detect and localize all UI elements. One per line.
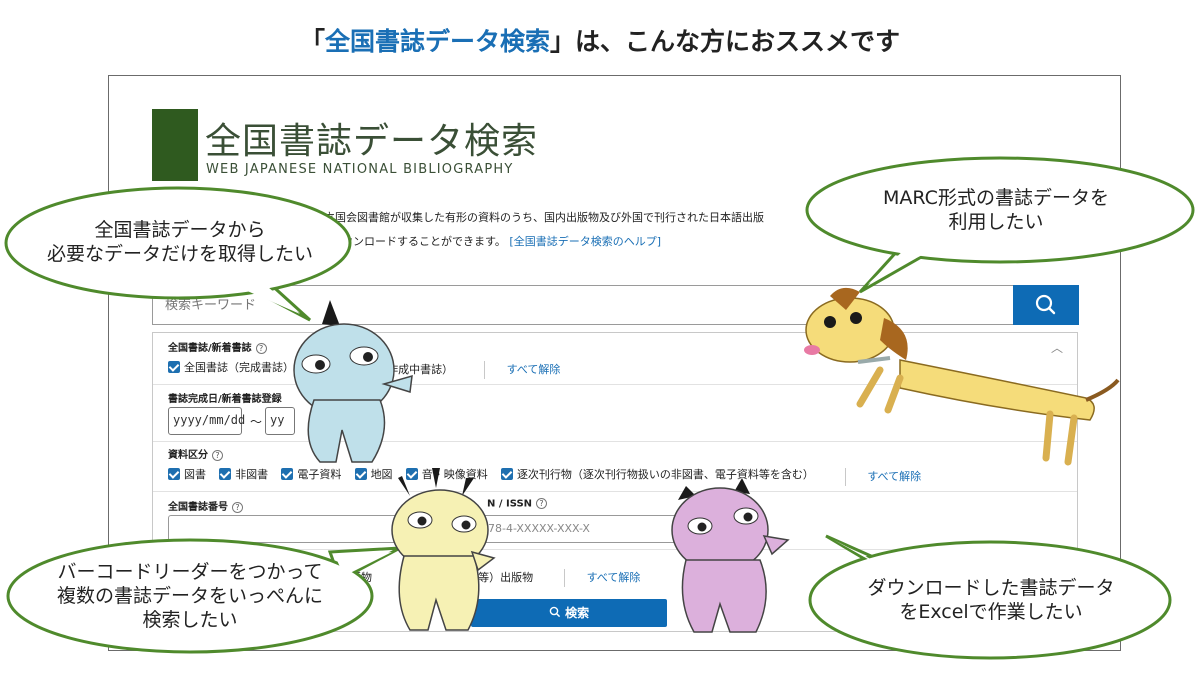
headline-highlight: 全国書誌データ検索 <box>324 27 550 56</box>
divider <box>153 549 1077 550</box>
page-headline: 「全国書誌データ検索」は、こんな方におススメです <box>0 22 1200 58</box>
date-to-input[interactable]: yy <box>265 407 295 435</box>
checkbox-box <box>500 468 513 480</box>
checkbox-label: 図書 <box>184 468 206 481</box>
separator <box>845 468 847 486</box>
checkbox-box <box>168 468 180 480</box>
bubble-line: 利用したい <box>948 211 1044 233</box>
search-icon <box>549 606 561 618</box>
checkbox-box <box>219 468 232 480</box>
isbn-label-text: N / ISSN <box>487 498 533 510</box>
checkbox-nonbook[interactable]: 非図書 <box>219 466 268 482</box>
section-label: 資料区分 <box>168 450 208 461</box>
bubble-line: 検索したい <box>142 609 238 631</box>
checkbox-sakusei[interactable]: 作成中書誌） <box>387 361 453 377</box>
section-label: 全国書誌番号 <box>168 502 228 513</box>
checkbox-box <box>405 468 418 480</box>
section-label: 書誌完成日/新着書誌登録 <box>168 394 282 405</box>
bubble-text-bottom-left: バーコードリーダーをつかって 複数の書誌データをいっぺんに 検索したい <box>20 560 360 632</box>
bubble-line: をExcelで作業したい <box>899 601 1083 623</box>
help-link[interactable]: [全国書誌データ検索のヘルプ] <box>509 235 661 248</box>
divider <box>153 491 1077 492</box>
checkbox-label: 非図書 <box>235 468 269 481</box>
bubble-line: ダウンロードした書誌データ <box>867 577 1115 599</box>
clear-all-link[interactable]: すべて解除 <box>507 363 561 376</box>
section3-options: 図書 非図書 電子資料 地図 音・映像資料 逐次刊行物（逐次刊行物扱いの非図書、… <box>168 466 921 486</box>
checkbox-electronic[interactable]: 電子資料 <box>281 466 341 482</box>
bubble-line: バーコードリーダーをつかって <box>57 561 323 583</box>
checkbox-private[interactable]: （民間等）出版物 <box>445 569 533 585</box>
section-material-type: 資料区分? <box>168 446 223 461</box>
bubble-line: 全国書誌データから <box>94 219 266 241</box>
clear-all-link[interactable]: すべて解除 <box>867 470 921 483</box>
condition-link[interactable]: 条件 <box>687 605 709 621</box>
date-from-input[interactable]: yyyy/mm/dd <box>168 407 245 435</box>
site-title: 全国書誌データ検索 <box>205 121 539 162</box>
isbn-label: N / ISSN? <box>487 498 548 510</box>
help-icon[interactable]: ? <box>536 498 548 509</box>
checkbox-label: 逐次刊行物（逐次刊行物扱いの非図書、電子資料等を含む） <box>516 468 814 481</box>
logo-block <box>152 109 198 181</box>
divider <box>153 441 1077 442</box>
checkbox-label: （民間等）出版物 <box>445 571 534 584</box>
bubble-text-top-left: 全国書誌データから 必要なデータだけを取得したい <box>15 218 345 266</box>
headline-bracket: 「 <box>299 27 325 56</box>
checkbox-serial[interactable]: 逐次刊行物（逐次刊行物扱いの非図書、電子資料等を含む） <box>500 466 814 482</box>
execute-search-label: 検索 <box>565 606 590 620</box>
bubble-line: MARC形式の書誌データを <box>883 187 1109 209</box>
headline-rest: 」は、こんな方におススメです <box>550 27 901 56</box>
checkbox-box <box>281 468 294 480</box>
section-label: 全国書誌/新着書誌 <box>168 343 252 354</box>
checkbox-av[interactable]: 音・映像資料 <box>405 466 488 482</box>
section-bib-number: 全国書誌番号? <box>168 498 243 513</box>
checkbox-book[interactable]: 図書 <box>168 466 206 482</box>
checkbox-label: 地図 <box>370 468 393 481</box>
checkbox-box <box>354 468 367 480</box>
bubble-line: 必要なデータだけを取得したい <box>46 243 313 265</box>
section-date-range: 書誌完成日/新着書誌登録 <box>168 390 282 405</box>
checkbox-box <box>168 361 180 373</box>
checkbox-label: 作成中書誌） <box>387 363 454 376</box>
bubble-line: 複数の書誌データをいっぺんに <box>56 585 323 607</box>
help-icon[interactable]: ? <box>255 342 267 354</box>
site-subtitle: WEB JAPANESE NATIONAL BIBLIOGRAPHY <box>206 162 514 177</box>
search-row <box>152 285 1079 325</box>
separator <box>564 569 566 587</box>
chevron-up-icon[interactable]: ︿ <box>1051 339 1063 356</box>
help-icon[interactable]: ? <box>232 501 243 513</box>
section-publication-type: 全国書誌/新着書誌? <box>168 339 267 354</box>
checkbox-zenkoku[interactable]: 全国書誌（完成書誌） <box>168 359 294 375</box>
help-icon[interactable]: ? <box>212 449 223 461</box>
bib-number-input[interactable] <box>168 515 428 543</box>
search-input[interactable] <box>152 285 1014 325</box>
bubble-text-bottom-right: ダウンロードした書誌データ をExcelで作業したい <box>826 576 1156 624</box>
bubble-text-top-right: MARC形式の書誌データを 利用したい <box>826 186 1166 234</box>
divider <box>153 384 1077 385</box>
isbn-input[interactable]: 78-4-XXXXX-XXX-X <box>479 515 719 543</box>
search-button[interactable] <box>1013 285 1079 325</box>
checkbox-label: 全国書誌（完成書誌） <box>184 361 294 374</box>
date-separator: 〜 <box>250 415 263 429</box>
clear-all-link[interactable]: すべて解除 <box>587 571 641 584</box>
checkbox-label: 電子資料 <box>297 468 342 481</box>
intro-line-2-text: ダウンロードすることができます。 <box>331 235 506 248</box>
section1-options: 全国書誌（完成書誌） 作成中書誌） すべて解除 <box>168 359 560 379</box>
checkbox-label: 音・映像資料 <box>421 468 488 481</box>
separator <box>484 361 486 379</box>
search-icon <box>1035 294 1056 315</box>
checkbox-map[interactable]: 地図 <box>354 466 393 482</box>
execute-search-button[interactable]: 検索 <box>471 599 667 627</box>
